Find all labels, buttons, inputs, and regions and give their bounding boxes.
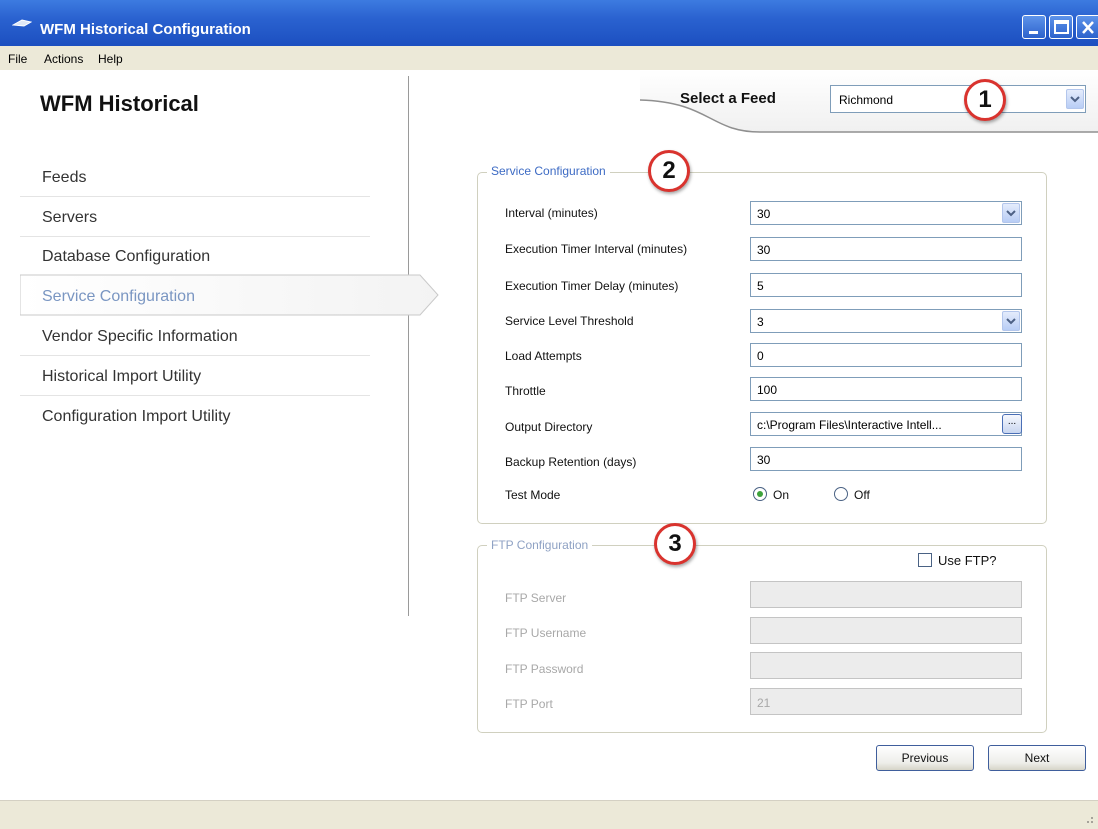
feed-dropdown-button[interactable] <box>1066 89 1084 109</box>
feed-select-value: Richmond <box>839 93 894 107</box>
status-bar <box>0 800 1098 829</box>
nav-item-label: Feeds <box>42 169 87 186</box>
ftp-password-label: FTP Password <box>505 662 584 676</box>
nav-item-feeds[interactable]: Feeds <box>20 157 370 197</box>
previous-button[interactable]: Previous <box>876 745 974 771</box>
service-level-dropdown-button[interactable] <box>1002 311 1020 331</box>
throttle-label: Throttle <box>505 384 546 398</box>
service-level-threshold-label: Service Level Threshold <box>505 314 634 328</box>
title-bar[interactable]: WFM Historical Configuration <box>0 0 1098 46</box>
menu-file[interactable]: File <box>8 52 27 66</box>
nav-item-label: Service Configuration <box>42 288 195 305</box>
backup-retention-label: Backup Retention (days) <box>505 455 637 469</box>
browse-button[interactable]: ... <box>1002 414 1022 434</box>
backup-retention-input[interactable]: 30 <box>750 447 1022 471</box>
feed-select[interactable]: Richmond <box>830 85 1086 113</box>
window-title: WFM Historical Configuration <box>40 21 251 38</box>
radio-selected-dot <box>757 491 763 497</box>
ftp-password-input[interactable] <box>750 652 1022 679</box>
nav-item-label: Configuration Import Utility <box>42 408 231 425</box>
service-level-threshold-select[interactable]: 3 <box>750 309 1022 333</box>
menu-actions[interactable]: Actions <box>44 52 83 66</box>
callout-3: 3 <box>654 523 696 565</box>
next-button[interactable]: Next <box>988 745 1086 771</box>
close-icon <box>1082 21 1094 34</box>
ftp-port-input[interactable]: 21 <box>750 688 1022 715</box>
execution-timer-delay-label: Execution Timer Delay (minutes) <box>505 279 679 293</box>
execution-timer-delay-input[interactable]: 5 <box>750 273 1022 297</box>
ftp-server-input[interactable] <box>750 581 1022 608</box>
nav-item-database-configuration[interactable]: Database Configuration <box>20 236 370 276</box>
nav-item-historical-import-utility[interactable]: Historical Import Utility <box>20 356 370 396</box>
ftp-server-label: FTP Server <box>505 591 567 605</box>
service-level-threshold-value: 3 <box>757 315 764 329</box>
close-button[interactable] <box>1076 15 1098 39</box>
interval-select[interactable]: 30 <box>750 201 1022 225</box>
nav-divider <box>408 76 409 616</box>
maximize-icon <box>1054 20 1069 34</box>
nav-item-configuration-import-utility[interactable]: Configuration Import Utility <box>20 396 370 436</box>
execution-timer-delay-value: 5 <box>757 279 764 293</box>
resize-grip-icon[interactable] <box>1084 815 1094 825</box>
interval-dropdown-button[interactable] <box>1002 203 1020 223</box>
test-mode-label: Test Mode <box>505 488 561 502</box>
nav-item-label: Vendor Specific Information <box>42 328 238 345</box>
execution-timer-interval-value: 30 <box>757 243 771 257</box>
throttle-input[interactable]: 100 <box>750 377 1022 401</box>
test-mode-on-label[interactable]: On <box>773 488 789 502</box>
nav-item-service-configuration[interactable]: Service Configuration <box>20 274 440 316</box>
interval-value: 30 <box>757 207 771 221</box>
menu-bar: File Actions Help <box>0 46 1098 70</box>
callout-1: 1 <box>964 79 1006 121</box>
minimize-button[interactable] <box>1022 15 1046 39</box>
load-attempts-value: 0 <box>757 349 764 363</box>
app-window: WFM Historical Configuration File Action… <box>0 0 1098 829</box>
nav-item-label: Historical Import Utility <box>42 368 202 385</box>
load-attempts-label: Load Attempts <box>505 349 582 363</box>
output-directory-value: c:\Program Files\Interactive Intell... <box>757 418 942 432</box>
chevron-down-icon <box>1070 96 1080 103</box>
test-mode-off-label[interactable]: Off <box>854 488 870 502</box>
output-directory-input[interactable]: c:\Program Files\Interactive Intell... <box>750 412 1022 436</box>
test-mode-on-radio[interactable] <box>753 487 767 501</box>
menu-help[interactable]: Help <box>98 52 123 66</box>
use-ftp-checkbox[interactable] <box>918 553 932 567</box>
ftp-port-label: FTP Port <box>505 697 553 711</box>
backup-retention-value: 30 <box>757 453 771 467</box>
test-mode-off-radio[interactable] <box>834 487 848 501</box>
ftp-username-label: FTP Username <box>505 626 587 640</box>
execution-timer-interval-label: Execution Timer Interval (minutes) <box>505 242 688 256</box>
nav-title: WFM Historical <box>40 91 199 116</box>
execution-timer-interval-input[interactable]: 30 <box>750 237 1022 261</box>
callout-2: 2 <box>648 150 690 192</box>
nav-item-servers[interactable]: Servers <box>20 197 370 237</box>
minimize-icon <box>1029 31 1038 34</box>
chevron-down-icon <box>1006 318 1016 325</box>
service-config-legend: Service Configuration <box>487 164 610 178</box>
nav-item-vendor-specific-information[interactable]: Vendor Specific Information <box>20 316 370 356</box>
app-icon <box>12 19 32 27</box>
interval-label: Interval (minutes) <box>505 206 598 220</box>
ftp-username-input[interactable] <box>750 617 1022 644</box>
use-ftp-label[interactable]: Use FTP? <box>938 553 997 568</box>
nav-item-label: Servers <box>42 209 98 226</box>
feed-label: Select a Feed <box>680 90 776 107</box>
ftp-port-value: 21 <box>757 696 771 710</box>
nav-item-label: Database Configuration <box>42 248 211 265</box>
ftp-config-legend: FTP Configuration <box>487 538 593 552</box>
maximize-button[interactable] <box>1049 15 1073 39</box>
output-directory-label: Output Directory <box>505 420 593 434</box>
chevron-down-icon <box>1006 210 1016 217</box>
load-attempts-input[interactable]: 0 <box>750 343 1022 367</box>
throttle-value: 100 <box>757 383 778 397</box>
